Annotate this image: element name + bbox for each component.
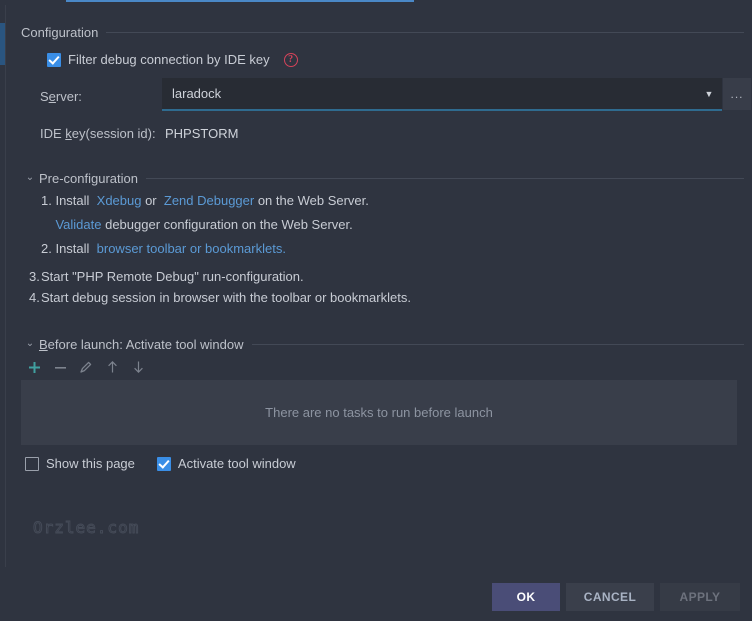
- configuration-section-title: Configuration: [21, 24, 99, 40]
- preconfig-step-3: Start "PHP Remote Debug" run-configurati…: [41, 269, 304, 284]
- activate-tool-window-row[interactable]: Activate tool window: [156, 456, 296, 471]
- show-this-page-row[interactable]: Show this page: [25, 456, 135, 471]
- chevron-down-icon[interactable]: ▼: [696, 89, 722, 99]
- browser-toolbar-bookmarklets-link[interactable]: browser toolbar or bookmarklets.: [93, 241, 286, 256]
- bottom-options-row: Show this page Activate tool window: [25, 456, 296, 471]
- activate-tool-window-checkbox[interactable]: [156, 456, 171, 471]
- chevron-down-icon[interactable]: ⌄: [21, 335, 39, 353]
- watermark: Orzlee.com: [32, 518, 140, 538]
- preconfig-step-2: 2. Install browser toolbar or bookmarkle…: [41, 241, 286, 256]
- arrow-down-icon: [133, 361, 143, 374]
- pencil-icon: [80, 361, 92, 373]
- before-launch-tasks-panel[interactable]: There are no tasks to run before launch: [21, 380, 737, 445]
- before-launch-section-header[interactable]: ⌄ Before launch: Activate tool window: [21, 335, 744, 353]
- active-tab-underline: [66, 0, 414, 2]
- sidebar-selection-accent: [0, 23, 5, 65]
- add-task-button[interactable]: [21, 355, 47, 379]
- left-rail: [0, 5, 6, 567]
- ide-key-value: PHPSTORM: [165, 126, 239, 141]
- move-down-button[interactable]: [125, 355, 151, 379]
- preconfig-validate-line: 1. Validate debugger configuration on th…: [55, 217, 353, 232]
- section-divider-line: [251, 343, 744, 345]
- arrow-up-icon: [107, 360, 117, 373]
- move-up-button[interactable]: [99, 355, 125, 379]
- configuration-section-header: Configuration: [21, 23, 744, 41]
- server-label: Server:: [40, 89, 82, 104]
- preconfig-step-3-number: 3.: [29, 269, 40, 284]
- preconfig-step-4-number: 4.: [29, 290, 40, 305]
- xdebug-link[interactable]: Xdebug: [93, 193, 142, 208]
- zend-debugger-link[interactable]: Zend Debugger: [160, 193, 254, 208]
- preconfiguration-section-title: Pre-configuration: [39, 170, 138, 186]
- dialog-content: Configuration Filter debug connection by…: [7, 5, 752, 567]
- help-icon[interactable]: ?: [283, 52, 298, 67]
- section-divider-line: [146, 177, 744, 179]
- cancel-button[interactable]: CANCEL: [566, 583, 654, 611]
- before-launch-section-title: Before launch: Activate tool window: [39, 336, 244, 352]
- no-tasks-message: There are no tasks to run before launch: [265, 405, 493, 420]
- plus-icon: [28, 361, 40, 373]
- section-divider-line: [106, 31, 744, 33]
- show-this-page-checkbox[interactable]: [25, 456, 39, 471]
- validate-link[interactable]: Validate: [55, 217, 101, 232]
- server-combobox-value: laradock: [172, 86, 222, 101]
- remove-task-button[interactable]: [47, 355, 73, 379]
- filter-debug-connection-label: Filter debug connection by IDE key: [68, 52, 270, 67]
- minus-icon: [54, 366, 66, 369]
- filter-debug-connection-checkbox[interactable]: [47, 52, 61, 67]
- ide-key-label: IDE key(session id):: [40, 126, 156, 141]
- before-launch-toolbar: [21, 355, 151, 379]
- preconfig-step-4-text: Start debug session in browser with the …: [41, 290, 411, 305]
- preconfig-step-1: 1. Install Xdebug or Zend Debugger on th…: [41, 193, 369, 208]
- apply-button[interactable]: APPLY: [660, 583, 740, 611]
- preconfiguration-section-header[interactable]: ⌄ Pre-configuration: [21, 169, 744, 187]
- server-combobox[interactable]: laradock ▼: [162, 78, 722, 111]
- preconfig-step-3-text: Start "PHP Remote Debug" run-configurati…: [41, 269, 304, 284]
- filter-debug-connection-row[interactable]: Filter debug connection by IDE key ?: [47, 52, 298, 67]
- activate-tool-window-label: Activate tool window: [177, 456, 296, 471]
- server-browse-button[interactable]: ...: [723, 78, 751, 110]
- preconfig-step-4: Start debug session in browser with the …: [41, 290, 411, 305]
- chevron-down-icon[interactable]: ⌄: [21, 169, 39, 187]
- edit-task-button[interactable]: [73, 355, 99, 379]
- ok-button[interactable]: OK: [492, 583, 560, 611]
- show-this-page-label: Show this page: [46, 456, 135, 471]
